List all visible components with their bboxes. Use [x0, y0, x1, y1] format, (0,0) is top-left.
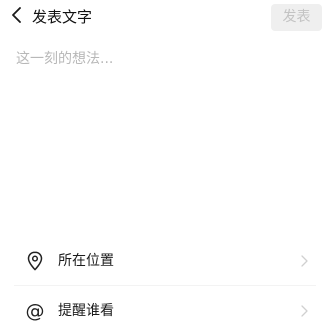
top-bar: 发表文字 发表 — [0, 0, 330, 36]
chevron-left-icon — [11, 7, 23, 27]
location-option[interactable]: 所在位置 — [14, 236, 316, 286]
remind-who-option[interactable]: @ 提醒谁看 — [14, 286, 316, 336]
at-sign-icon: @ — [25, 300, 45, 322]
page-title: 发表文字 — [32, 8, 93, 26]
publish-button[interactable]: 发表 — [271, 4, 322, 31]
remind-who-option-label: 提醒谁看 — [58, 303, 114, 319]
location-option-label: 所在位置 — [58, 253, 114, 269]
location-pin-icon — [24, 250, 46, 272]
chevron-right-icon — [298, 255, 310, 267]
post-text-input[interactable] — [14, 48, 318, 218]
post-options-list: 所在位置 @ 提醒谁看 — [14, 236, 316, 336]
chevron-right-icon — [298, 305, 310, 317]
back-button[interactable] — [6, 6, 28, 28]
